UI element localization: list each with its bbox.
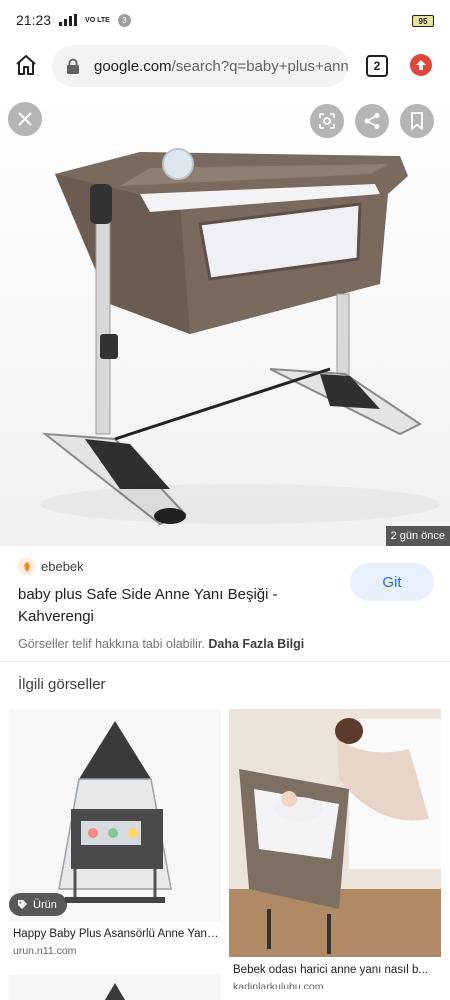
close-icon[interactable] <box>8 102 42 136</box>
signal-icon <box>59 14 78 26</box>
source-row[interactable]: ebebek <box>18 558 84 575</box>
more-info-link[interactable]: Daha Fazla Bilgi <box>208 637 304 651</box>
related-item-title: Bebek odası harici anne yanı nasıl b... <box>233 964 428 976</box>
source-favicon-icon <box>18 558 35 575</box>
url-path: /search?q=baby+plus+anne <box>171 57 348 75</box>
related-heading: İlgili görseller <box>18 676 106 693</box>
copyright-text: Görseller telif hakkına tabi olabilir. <box>18 637 205 651</box>
related-item-domain: urun.n11.com <box>13 945 77 957</box>
home-icon[interactable] <box>14 53 38 77</box>
url-domain: google.com <box>94 57 172 75</box>
copyright-notice: Görseller telif hakkına tabi olabilir. D… <box>18 637 304 651</box>
notification-badge: 3 <box>117 13 131 27</box>
lock-icon <box>67 58 79 74</box>
status-bar: 21:23 VO LTE 3 95 <box>0 0 450 40</box>
related-thumbnail <box>229 709 441 957</box>
browser-toolbar: google.com/search?q=baby+plus+anne 2 <box>0 40 450 94</box>
lens-icon[interactable] <box>310 104 344 138</box>
update-icon[interactable] <box>410 54 432 76</box>
share-icon[interactable] <box>355 104 389 138</box>
related-item-partial[interactable] <box>9 975 221 1000</box>
source-name: ebebek <box>41 559 84 574</box>
go-button[interactable]: Git <box>350 563 434 601</box>
volte-indicator: VO LTE <box>85 16 110 24</box>
age-badge: 2 gün önce <box>385 526 450 546</box>
battery-icon: 95 <box>412 15 434 27</box>
product-image[interactable] <box>0 94 450 546</box>
clock: 21:23 <box>16 12 52 28</box>
tag-icon <box>18 900 27 909</box>
bookmark-icon[interactable] <box>400 104 434 138</box>
related-thumbnail <box>9 709 221 921</box>
image-viewer: 2 gün önce <box>0 94 450 546</box>
divider <box>0 661 450 662</box>
image-title[interactable]: baby plus Safe Side Anne Yanı Beşiği - K… <box>18 584 328 628</box>
related-item-domain: kadinlarkulubu.com <box>233 981 324 989</box>
related-item[interactable]: Happy Baby Plus Asansörlü Anne Yanı... u… <box>9 709 221 967</box>
related-item[interactable]: Bebek odası harici anne yanı nasıl b... … <box>229 709 441 989</box>
tabs-button[interactable]: 2 <box>366 55 388 77</box>
related-item-title: Happy Baby Plus Asansörlü Anne Yanı... <box>13 928 219 940</box>
product-badge: Ürün <box>9 893 67 916</box>
product-badge-label: Ürün <box>33 898 57 911</box>
address-bar[interactable]: google.com/search?q=baby+plus+anne <box>52 45 348 87</box>
